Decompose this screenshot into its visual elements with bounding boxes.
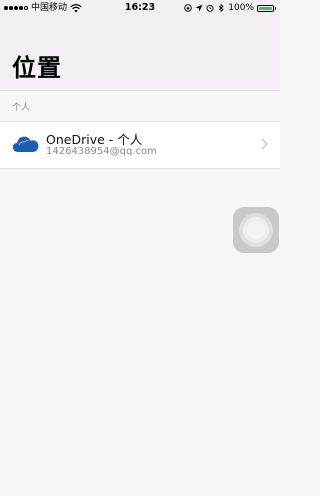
- onedrive-cloud-icon: [12, 136, 39, 152]
- alarm-clock-icon: [206, 4, 214, 12]
- assistive-touch-button[interactable]: [233, 207, 279, 253]
- section-header-personal: 个人: [12, 103, 31, 113]
- location-arrow-icon: [195, 4, 203, 12]
- status-bar: 中国移动 16:23 100%: [0, 0, 280, 16]
- header-divider: [0, 90, 280, 91]
- battery-percent: 100%: [228, 3, 254, 13]
- bluetooth-icon: [219, 4, 224, 12]
- rotation-lock-icon: [184, 4, 193, 12]
- location-row-onedrive[interactable]: OneDrive - 个人 1426438954@qq.com: [0, 121, 280, 169]
- navigation-header: 位置: [0, 16, 280, 90]
- status-right: 100%: [184, 0, 276, 16]
- chevron-right-icon: [261, 138, 268, 150]
- battery-icon: [257, 4, 276, 12]
- page-title: 位置: [12, 54, 62, 82]
- location-account-email: 1426438954@qq.com: [46, 146, 157, 157]
